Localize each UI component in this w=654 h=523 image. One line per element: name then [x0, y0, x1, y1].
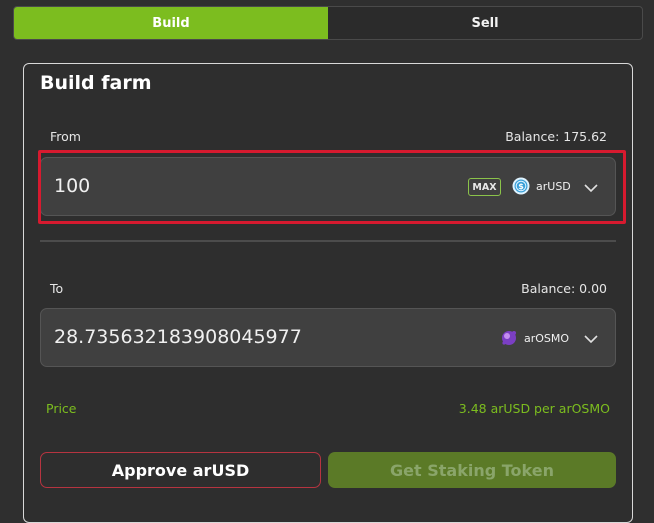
from-balance: Balance: 175.62 — [505, 129, 607, 144]
to-amount-input[interactable] — [54, 321, 434, 353]
to-balance: Balance: 0.00 — [521, 281, 607, 296]
price-label: Price — [46, 401, 77, 416]
to-token-label: arOSMO — [524, 331, 570, 345]
tab-build[interactable]: Build — [14, 7, 328, 39]
chevron-down-icon[interactable] — [583, 334, 599, 344]
card-title: Build farm — [40, 72, 152, 94]
from-label: From — [50, 129, 81, 144]
to-field: arOSMO — [40, 308, 616, 367]
approve-button[interactable]: Approve arUSD — [40, 452, 321, 488]
build-farm-card: Build farm From Balance: 175.62 MAX $ ar… — [23, 63, 633, 523]
to-token-selector[interactable]: arOSMO — [500, 329, 569, 347]
price-value: 3.48 arUSD per arOSMO — [458, 401, 610, 416]
from-field-highlight — [38, 150, 626, 224]
section-divider — [40, 240, 616, 242]
tab-sell[interactable]: Sell — [328, 7, 642, 39]
get-staking-token-button[interactable]: Get Staking Token — [328, 452, 616, 488]
arosmo-coin-icon — [502, 331, 516, 345]
to-label: To — [50, 281, 64, 296]
mode-tabs: Build Sell — [13, 6, 643, 40]
